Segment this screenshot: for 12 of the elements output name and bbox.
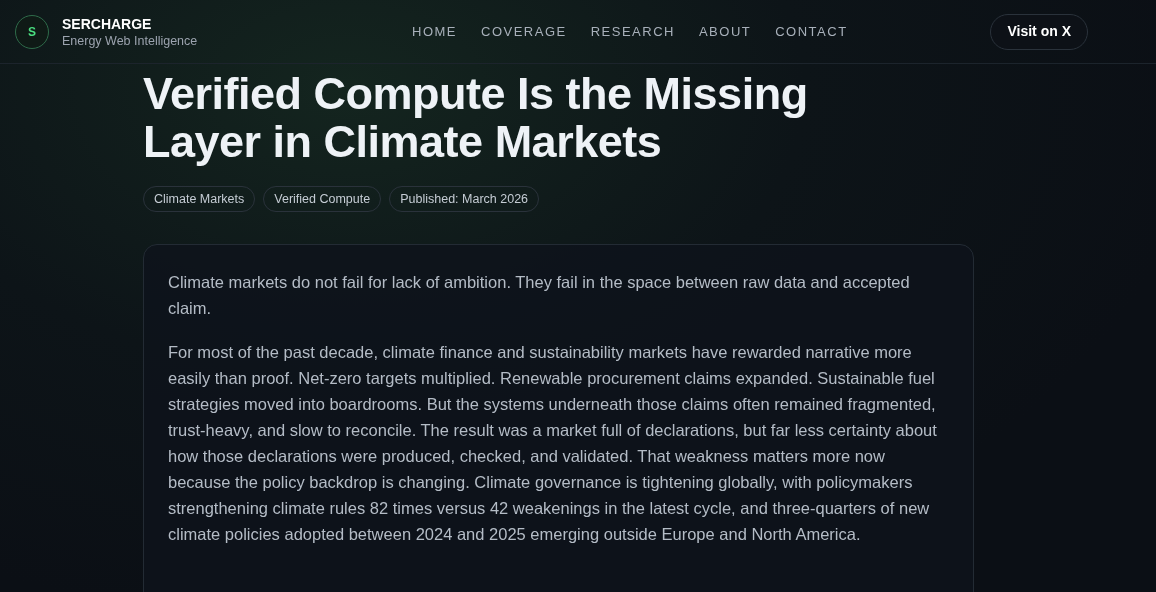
brand-name: SERCHARGE <box>62 14 153 33</box>
nav-link[interactable]: ABOUT <box>698 21 752 42</box>
brand-tagline: Energy Web Intelligence <box>62 32 198 49</box>
visit-button[interactable]: Visit on X <box>990 13 1088 50</box>
nav-link[interactable]: COVERAGE <box>481 21 567 42</box>
nav-link[interactable]: RESEARCH <box>590 21 675 42</box>
paragraph: Climate markets do not fail for lack of ambition. They fail in the space between raw data and accepted claim. <box>168 272 911 319</box>
article-title: Verified Compute Is the Missing Layer in Climate Markets <box>143 70 809 166</box>
logo-badge: S <box>15 14 49 49</box>
nav-link[interactable]: CONTACT <box>775 21 848 42</box>
paragraph: For most of the past decade, climate finance and sustainability markets have rewarded narrative more easily than proof. Net-zero targets multiplied. Renewable procurement claims expanded. Sustainable fuel strategies moved into boardrooms. But the systems underneath those claims often remained fragmented, trust-heavy, and slow to reconcile. The result was a market full of declarations, but far less certainty about how those declarations were produced, checked, and validated. That weakness matters more now because the policy backdrop is changing. Climate governance is tightening globally, with policymakers strengthening climate rules 82 times versus 42 weakenings in the latest cycle, and three-quarters of new climate policies adopted between 2024 and 2025 emerging outside Europe and North America. <box>168 342 938 545</box>
nav-link[interactable]: HOME <box>412 21 457 42</box>
